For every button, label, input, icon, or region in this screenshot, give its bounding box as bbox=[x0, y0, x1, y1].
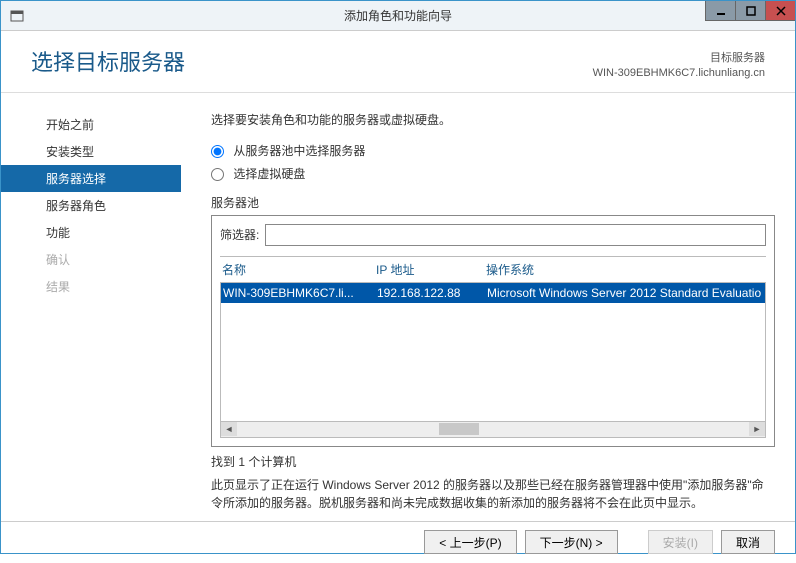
radio-server-pool-text: 从服务器池中选择服务器 bbox=[233, 144, 365, 158]
page-title: 选择目标服务器 bbox=[31, 45, 185, 77]
radio-vhd-label[interactable]: 选择虚拟硬盘 bbox=[211, 165, 775, 182]
step-features[interactable]: 功能 bbox=[1, 219, 181, 246]
server-table-body: WIN-309EBHMK6C7.li... 192.168.122.88 Mic… bbox=[220, 282, 766, 422]
cancel-button[interactable]: 取消 bbox=[721, 530, 775, 554]
destination-radio-group: 从服务器池中选择服务器 选择虚拟硬盘 bbox=[211, 142, 775, 182]
step-server-roles[interactable]: 服务器角色 bbox=[1, 192, 181, 219]
wizard-footer: < 上一步(P) 下一步(N) > 安装(I) 取消 bbox=[1, 521, 795, 563]
table-row[interactable]: WIN-309EBHMK6C7.li... 192.168.122.88 Mic… bbox=[221, 283, 765, 303]
next-button[interactable]: 下一步(N) > bbox=[525, 530, 618, 554]
wizard-content: 选择要安装角色和功能的服务器或虚拟硬盘。 从服务器池中选择服务器 选择虚拟硬盘 … bbox=[181, 93, 795, 521]
window-titlebar: 添加角色和功能向导 bbox=[1, 1, 795, 31]
previous-button[interactable]: < 上一步(P) bbox=[424, 530, 516, 554]
scroll-thumb[interactable] bbox=[439, 423, 479, 435]
col-header-os[interactable]: 操作系统 bbox=[486, 261, 764, 278]
horizontal-scrollbar[interactable]: ◄ ► bbox=[220, 422, 766, 438]
filter-row: 筛选器: bbox=[220, 224, 766, 246]
wizard-steps-sidebar: 开始之前 安装类型 服务器选择 服务器角色 功能 确认 结果 bbox=[1, 93, 181, 521]
server-pool-label: 服务器池 bbox=[211, 194, 775, 211]
wizard-header: 选择目标服务器 目标服务器 WIN-309EBHMK6C7.lichunlian… bbox=[1, 31, 795, 93]
col-header-name[interactable]: 名称 bbox=[222, 261, 376, 278]
step-installation-type[interactable]: 安装类型 bbox=[1, 138, 181, 165]
col-header-ip[interactable]: IP 地址 bbox=[376, 261, 486, 278]
wizard-body: 开始之前 安装类型 服务器选择 服务器角色 功能 确认 结果 选择要安装角色和功… bbox=[1, 93, 795, 521]
radio-vhd[interactable] bbox=[211, 168, 224, 181]
step-server-selection[interactable]: 服务器选择 bbox=[1, 165, 181, 192]
step-confirmation: 确认 bbox=[1, 246, 181, 273]
window-title: 添加角色和功能向导 bbox=[344, 7, 452, 24]
target-value: WIN-309EBHMK6C7.lichunliang.cn bbox=[593, 66, 765, 81]
server-pool-box: 筛选器: 名称 IP 地址 操作系统 WIN-309EBHMK6C7.li...… bbox=[211, 215, 775, 447]
cell-os: Microsoft Windows Server 2012 Standard E… bbox=[487, 286, 763, 300]
radio-server-pool[interactable] bbox=[211, 145, 224, 158]
step-results: 结果 bbox=[1, 273, 181, 300]
step-before-you-begin[interactable]: 开始之前 bbox=[1, 111, 181, 138]
target-label: 目标服务器 bbox=[593, 51, 765, 66]
radio-server-pool-label[interactable]: 从服务器池中选择服务器 bbox=[211, 142, 775, 159]
app-icon bbox=[7, 6, 27, 26]
cell-ip: 192.168.122.88 bbox=[377, 286, 487, 300]
install-button: 安装(I) bbox=[648, 530, 713, 554]
server-table-header: 名称 IP 地址 操作系统 bbox=[220, 256, 766, 282]
window-minimize-button[interactable] bbox=[705, 1, 735, 21]
filter-label: 筛选器: bbox=[220, 226, 259, 243]
radio-vhd-text: 选择虚拟硬盘 bbox=[233, 167, 305, 181]
cell-name: WIN-309EBHMK6C7.li... bbox=[223, 286, 377, 300]
computer-count-text: 找到 1 个计算机 bbox=[211, 453, 775, 470]
scroll-right-arrow-icon[interactable]: ► bbox=[749, 422, 765, 436]
window-maximize-button[interactable] bbox=[735, 1, 765, 21]
target-server-info: 目标服务器 WIN-309EBHMK6C7.lichunliang.cn bbox=[593, 51, 765, 82]
scroll-left-arrow-icon[interactable]: ◄ bbox=[221, 422, 237, 436]
description-text: 此页显示了正在运行 Windows Server 2012 的服务器以及那些已经… bbox=[211, 476, 775, 512]
filter-input[interactable] bbox=[265, 224, 766, 246]
window-close-button[interactable] bbox=[765, 1, 795, 21]
instruction-text: 选择要安装角色和功能的服务器或虚拟硬盘。 bbox=[211, 111, 775, 128]
